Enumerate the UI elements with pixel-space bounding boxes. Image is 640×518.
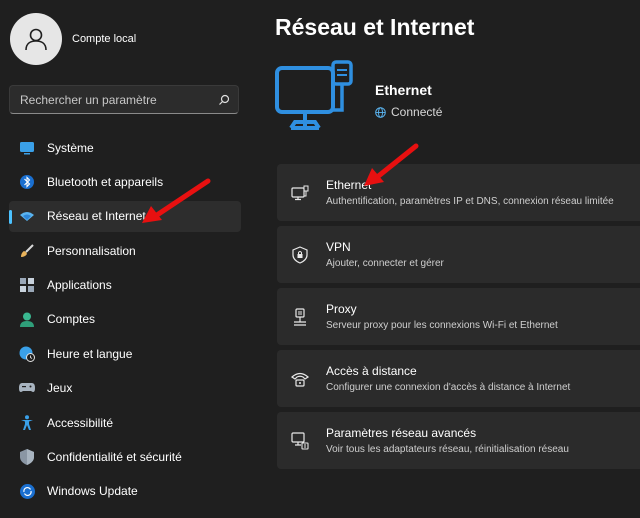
card-text: Ethernet Authentification, paramètres IP…: [326, 178, 614, 207]
card-subtitle: Voir tous les adaptateurs réseau, réinit…: [326, 444, 569, 455]
vpn-shield-icon: [291, 245, 309, 264]
avatar: [10, 13, 62, 65]
sidebar-nav: Système Bluetooth et appareils Réseau et…: [9, 132, 241, 510]
card-subtitle: Ajouter, connecter et gérer: [326, 258, 444, 269]
card-text: VPN Ajouter, connecter et gérer: [326, 240, 444, 269]
sidebar-item-applications[interactable]: Applications: [9, 270, 241, 301]
sidebar-item-personnalisation[interactable]: Personnalisation: [9, 235, 241, 266]
card-title: Proxy: [326, 302, 357, 316]
hero-title: Ethernet: [375, 82, 432, 98]
card-title: Accès à distance: [326, 364, 417, 378]
user-name: Compte local: [72, 33, 137, 45]
brush-icon: [19, 243, 35, 259]
card-text: Paramètres réseau avancés Voir tous les …: [326, 426, 569, 455]
card-text: Proxy Serveur proxy pour les connexions …: [326, 302, 558, 331]
card-subtitle: Serveur proxy pour les connexions Wi-Fi …: [326, 320, 558, 331]
sidebar-item-label: Heure et langue: [47, 346, 133, 361]
search-input[interactable]: [20, 92, 218, 107]
gamepad-icon: [19, 380, 35, 396]
dialup-icon: [291, 370, 309, 388]
card-title: Ethernet: [326, 178, 372, 192]
sidebar-item-reseau[interactable]: Réseau et Internet: [9, 200, 241, 232]
card-subtitle: Authentification, paramètres IP et DNS, …: [326, 196, 614, 207]
card-acces-distance[interactable]: Accès à distance Configurer une connexio…: [277, 350, 640, 407]
sidebar-item-label: Personnalisation: [47, 243, 136, 258]
sidebar-item-label: Comptes: [47, 312, 96, 327]
wifi-icon: [19, 208, 35, 224]
page-title: Réseau et Internet: [275, 14, 475, 40]
globe-clock-icon: [19, 346, 35, 362]
sidebar-item-systeme[interactable]: Système: [9, 132, 241, 163]
sidebar-item-label: Windows Update: [47, 484, 138, 499]
card-vpn[interactable]: VPN Ajouter, connecter et gérer: [277, 226, 640, 283]
sidebar-item-label: Système: [47, 140, 94, 155]
card-parametres-avances[interactable]: Paramètres réseau avancés Voir tous les …: [277, 412, 640, 469]
bluetooth-icon: [19, 174, 35, 190]
globe-icon: [375, 106, 386, 118]
user-icon: [25, 28, 47, 51]
sidebar-item-label: Bluetooth et appareils: [47, 174, 164, 189]
sidebar-item-windows-update[interactable]: Windows Update: [9, 476, 241, 507]
proxy-icon: [291, 307, 309, 326]
person-icon: [19, 311, 35, 327]
sidebar-item-label: Réseau et Internet: [47, 209, 146, 224]
card-ethernet[interactable]: Ethernet Authentification, paramètres IP…: [277, 164, 640, 221]
ethernet-hero-icon: [275, 60, 353, 130]
accessibility-icon: [19, 414, 35, 431]
user-account[interactable]: Compte local: [10, 13, 136, 65]
advanced-network-icon: [291, 431, 309, 450]
sidebar-item-accessibilite[interactable]: Accessibilité: [9, 407, 241, 438]
sidebar-item-comptes[interactable]: Comptes: [9, 304, 241, 335]
apps-icon: [19, 277, 35, 293]
hero-ethernet-icon: [275, 60, 357, 145]
connection-status-text: Connecté: [391, 105, 443, 119]
card-subtitle: Configurer une connexion d'accès à dista…: [326, 382, 571, 393]
settings-cards: Ethernet Authentification, paramètres IP…: [277, 164, 640, 474]
sidebar: Compte local Système Bluetooth et appare…: [0, 0, 250, 518]
sidebar-item-label: Accessibilité: [47, 415, 114, 430]
connection-status: Connecté: [375, 105, 442, 119]
card-text: Accès à distance Configurer une connexio…: [326, 364, 570, 393]
hero-text: Ethernet Connecté: [375, 82, 442, 119]
sidebar-item-label: Jeux: [47, 381, 73, 396]
sidebar-item-bluetooth[interactable]: Bluetooth et appareils: [9, 166, 241, 197]
ethernet-icon: [291, 184, 309, 202]
card-title: VPN: [326, 240, 351, 254]
search-box[interactable]: [9, 85, 239, 114]
sidebar-item-jeux[interactable]: Jeux: [9, 373, 241, 404]
sidebar-item-label: Confidentialité et sécurité: [47, 450, 182, 465]
card-title: Paramètres réseau avancés: [326, 426, 477, 440]
sidebar-item-heure[interactable]: Heure et langue: [9, 338, 241, 369]
shield-icon: [19, 449, 35, 466]
monitor-icon: [19, 140, 35, 156]
card-proxy[interactable]: Proxy Serveur proxy pour les connexions …: [277, 288, 640, 345]
sidebar-item-confidentialite[interactable]: Confidentialité et sécurité: [9, 442, 241, 473]
update-icon: [19, 483, 35, 499]
sidebar-item-label: Applications: [47, 278, 112, 293]
search-icon[interactable]: [218, 94, 230, 106]
